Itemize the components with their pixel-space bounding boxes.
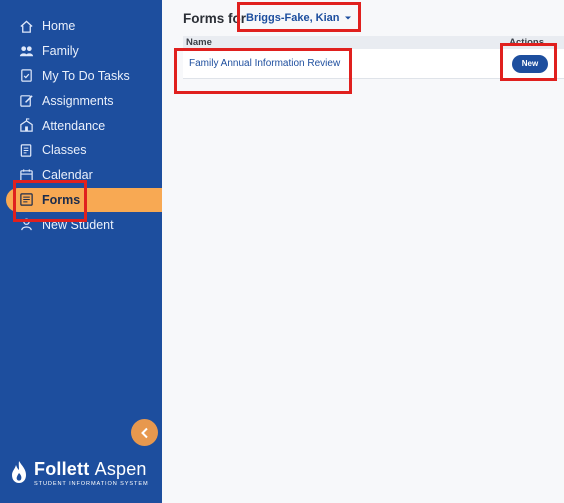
attendance-icon — [18, 118, 34, 134]
family-icon — [18, 43, 34, 59]
new-student-icon — [18, 217, 34, 233]
sidebar-item-label: Forms — [42, 192, 81, 207]
sidebar-item-family[interactable]: Family — [0, 39, 162, 64]
sidebar-item-label: Home — [42, 19, 76, 34]
sidebar-item-label: My To Do Tasks — [42, 68, 130, 83]
sidebar-item-home[interactable]: Home — [0, 14, 162, 39]
sidebar-item-new-student[interactable]: New Student — [0, 212, 162, 237]
app-root: Home Family My To Do Tasks Assignments A… — [0, 0, 564, 503]
sidebar-item-label: Attendance — [42, 118, 106, 133]
student-name: Briggs-Fake, Kian — [246, 12, 340, 24]
sidebar: Home Family My To Do Tasks Assignments A… — [0, 0, 162, 503]
caret-down-icon — [344, 16, 351, 20]
table-header: Name Actions — [183, 36, 564, 49]
sidebar-nav: Home Family My To Do Tasks Assignments A… — [0, 14, 162, 237]
home-icon — [18, 18, 34, 34]
column-header-actions: Actions — [509, 37, 544, 48]
sidebar-item-attendance[interactable]: Attendance — [0, 113, 162, 138]
sidebar-item-label: New Student — [42, 217, 114, 232]
forms-icon — [18, 192, 34, 208]
sidebar-item-todo[interactable]: My To Do Tasks — [0, 64, 162, 89]
page-title: Forms for — [183, 11, 247, 26]
brand-logo: Follett Aspen STUDENT INFORMATION SYSTEM — [10, 458, 149, 488]
sidebar-item-classes[interactable]: Classes — [0, 138, 162, 163]
new-form-button[interactable]: New — [512, 54, 548, 73]
brand-name: Follett Aspen — [34, 458, 149, 480]
chevron-left-icon — [140, 427, 148, 438]
sidebar-item-forms[interactable]: Forms — [6, 187, 162, 213]
brand-name-light: Aspen — [94, 459, 147, 479]
flame-logo-icon — [12, 461, 26, 483]
sidebar-item-label: Assignments — [42, 93, 114, 108]
calendar-icon — [18, 167, 34, 183]
classes-icon — [18, 142, 34, 158]
collapse-sidebar-button[interactable] — [131, 419, 158, 446]
table-row: Family Annual Information Review New — [183, 49, 564, 79]
form-link[interactable]: Family Annual Information Review — [189, 58, 340, 69]
assignments-icon — [18, 93, 34, 109]
sidebar-item-label: Classes — [42, 143, 87, 158]
student-selector[interactable]: Briggs-Fake, Kian — [246, 12, 352, 24]
sidebar-item-assignments[interactable]: Assignments — [0, 88, 162, 113]
forms-table: Name Actions Family Annual Information R… — [183, 36, 564, 79]
sidebar-item-calendar[interactable]: Calendar — [0, 163, 162, 188]
main-content: Forms for Briggs-Fake, Kian Name Actions… — [162, 0, 564, 503]
sidebar-item-label: Calendar — [42, 168, 93, 183]
todo-icon — [18, 68, 34, 84]
column-header-name: Name — [186, 37, 212, 48]
brand-text: Follett Aspen STUDENT INFORMATION SYSTEM — [34, 458, 149, 488]
sidebar-item-label: Family — [42, 44, 79, 59]
brand-tagline: STUDENT INFORMATION SYSTEM — [34, 481, 149, 487]
brand-name-bold: Follett — [34, 459, 90, 479]
